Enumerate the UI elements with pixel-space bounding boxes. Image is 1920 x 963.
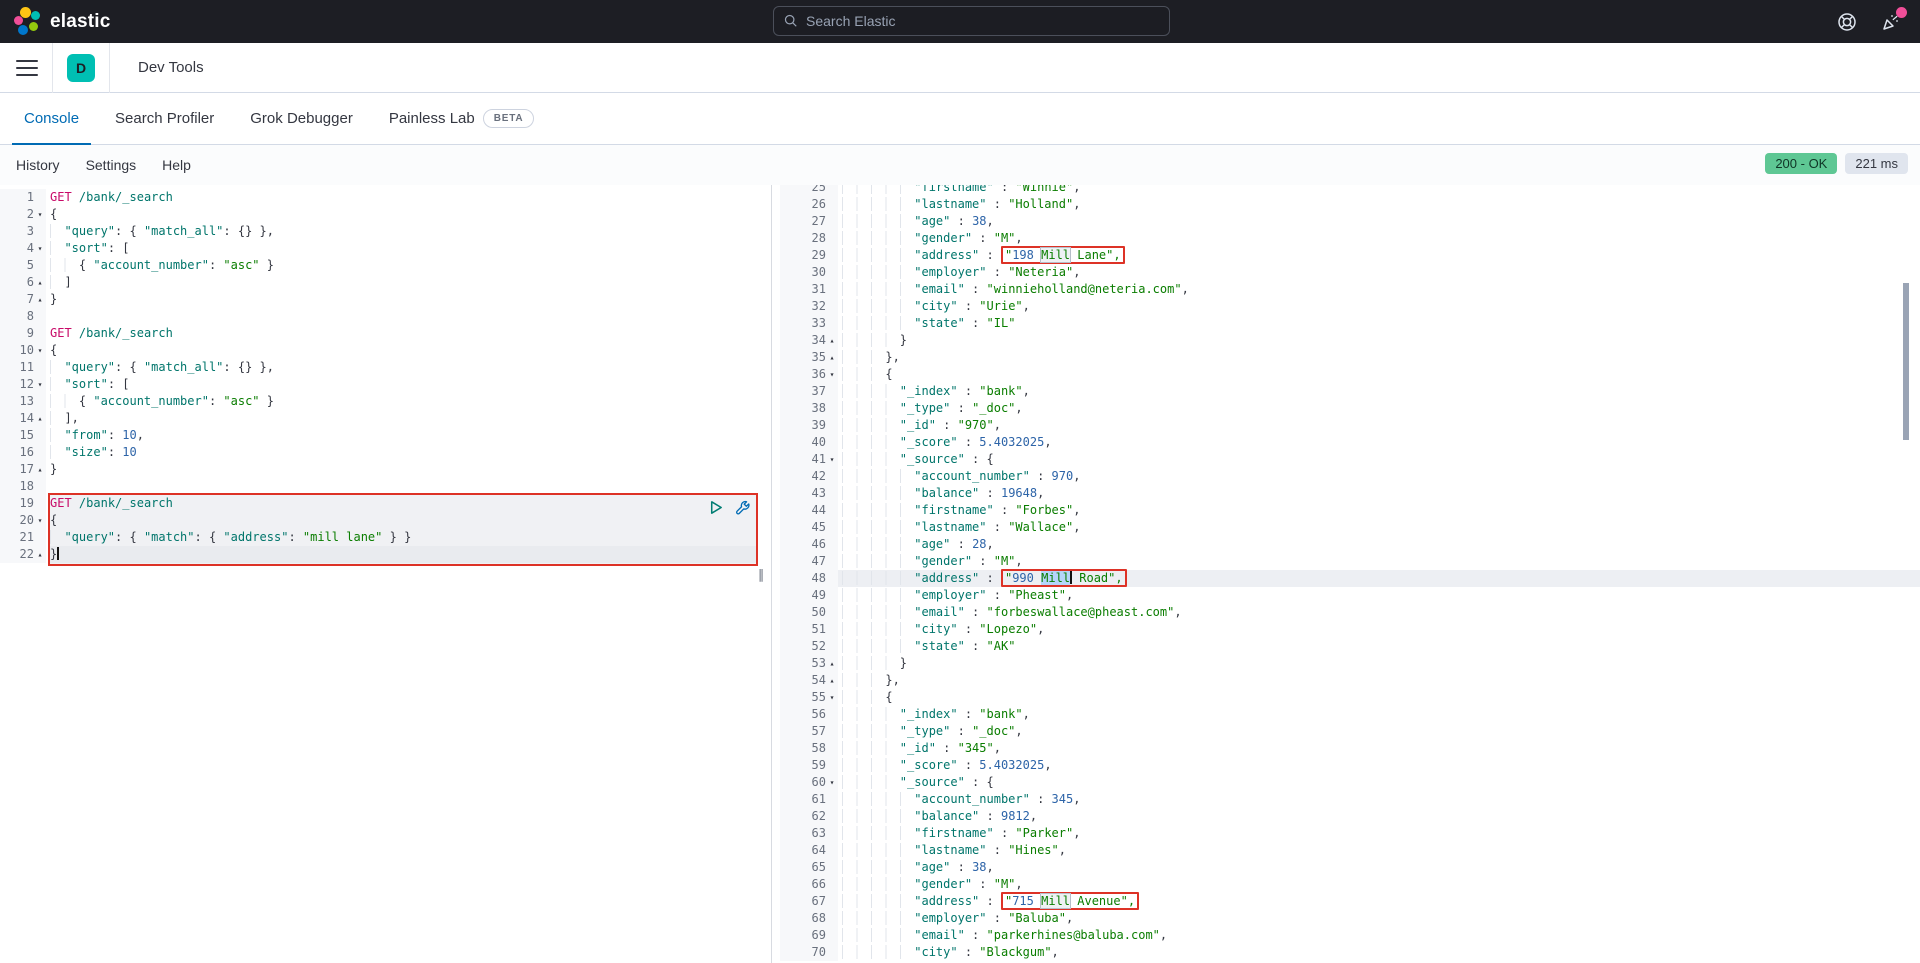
divider [109, 43, 110, 93]
search-placeholder: Search Elastic [806, 13, 895, 29]
nav-bar: D Dev Tools [0, 43, 1920, 93]
scrollbar-thumb[interactable] [1903, 283, 1909, 440]
help-icon[interactable] [1836, 11, 1858, 33]
search-icon [784, 14, 798, 28]
space-avatar[interactable]: D [67, 54, 95, 82]
request-editor[interactable]: 1GET /bank/_search2▾{3 "query": { "match… [0, 185, 772, 963]
menu-button[interactable] [16, 60, 38, 76]
logo-dot-teal [31, 11, 40, 20]
notification-dot [1896, 7, 1907, 18]
global-search-input[interactable]: Search Elastic [773, 6, 1170, 36]
logo-dot-pink [14, 16, 23, 25]
history-link[interactable]: History [16, 157, 60, 173]
global-header: elastic Search Elastic [0, 0, 1920, 43]
pane-resize-handle[interactable]: ∥ [758, 567, 765, 584]
beta-badge: BETA [483, 109, 535, 128]
tab-console[interactable]: Console [12, 93, 91, 144]
settings-link[interactable]: Settings [86, 157, 137, 173]
logo-dot-green [29, 22, 38, 31]
logo-dot-blue [18, 25, 28, 35]
devtools-tabs: Console Search Profiler Grok Debugger Pa… [0, 93, 1920, 145]
response-time-badge: 221 ms [1845, 153, 1908, 174]
help-link[interactable]: Help [162, 157, 191, 173]
console-area: 1GET /bank/_search2▾{3 "query": { "match… [0, 185, 1920, 963]
console-menu: History Settings Help 200 - OK 221 ms [0, 145, 1920, 185]
tab-painless-lab[interactable]: Painless Lab BETA [377, 93, 547, 144]
tab-search-profiler[interactable]: Search Profiler [103, 93, 226, 144]
wrench-icon[interactable] [734, 499, 751, 516]
response-viewer[interactable]: 25 "firstname" : "Winnie",26 "lastname" … [780, 185, 1920, 963]
elastic-logo[interactable] [12, 7, 42, 37]
send-request-icon[interactable] [707, 499, 724, 516]
divider [52, 43, 53, 93]
tab-grok-debugger[interactable]: Grok Debugger [238, 93, 365, 144]
status-badge: 200 - OK [1765, 153, 1837, 174]
breadcrumb[interactable]: Dev Tools [138, 59, 204, 76]
newsfeed-icon[interactable] [1880, 11, 1902, 33]
logo-dot-yellow [20, 7, 31, 18]
brand-text: elastic [50, 11, 111, 33]
